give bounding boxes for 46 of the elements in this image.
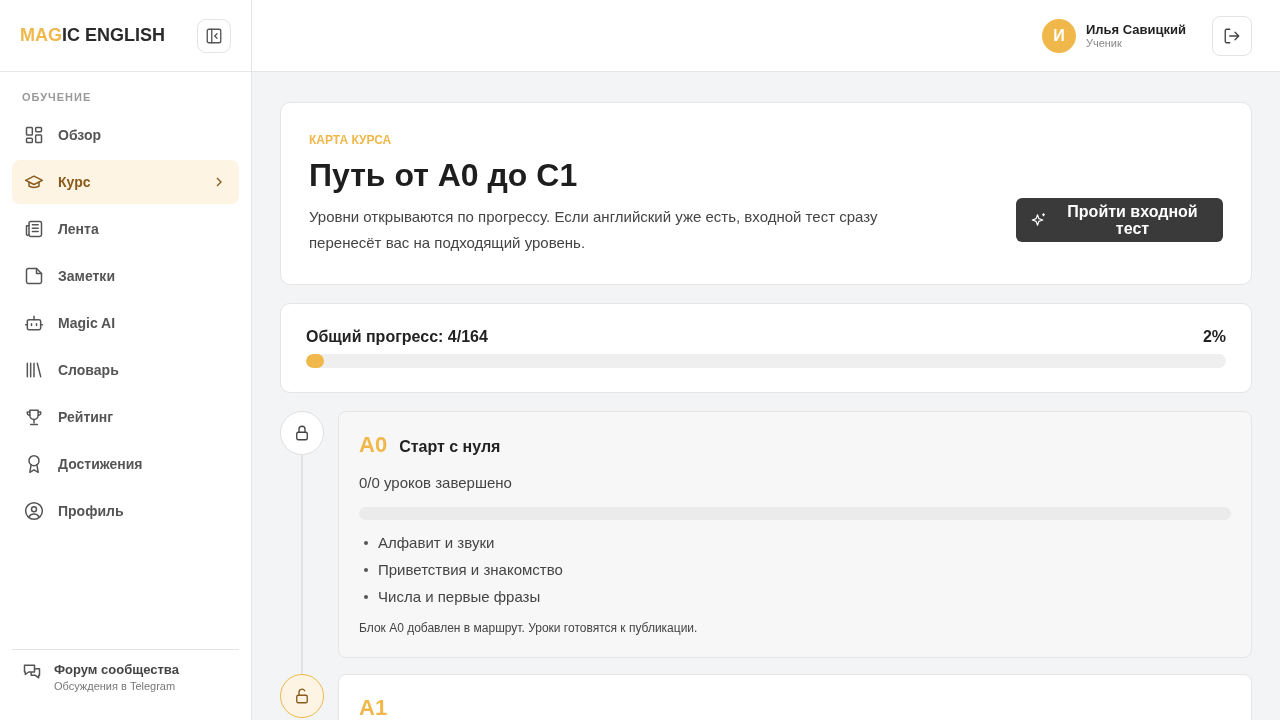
logout-icon	[1223, 26, 1241, 45]
topic-item: Числа и первые фразы	[378, 588, 541, 605]
nav-item[interactable]: Magic AI	[12, 301, 239, 345]
progress-percent: 2%	[1202, 328, 1226, 346]
robot-icon	[24, 313, 44, 333]
description: Уровни открываются по прогрессу. Если английский уже есть, входной тест сразу перенесёт вас на подходящий уровень.	[309, 207, 879, 253]
eyebrow-label: КАРТА КУРСА	[309, 133, 393, 147]
topic-item: Алфавит и звуки	[378, 534, 495, 551]
user-name: Илья Савицкий	[1085, 22, 1186, 37]
books-icon	[24, 360, 44, 380]
collapse-sidebar-button[interactable]	[197, 18, 231, 53]
progress-label: Общий прогресс: 4/164	[306, 328, 488, 346]
nav-item[interactable]: Курс	[12, 160, 239, 204]
page-title: Путь от A0 до C1	[309, 157, 579, 194]
level-note: Блок A0 добавлен в маршрут. Уроки готовятся к публикации.	[359, 621, 699, 635]
forum-link[interactable]: Форум сообщества Обсуждения в Telegram	[12, 649, 239, 720]
unlocked-lock-icon	[293, 687, 311, 705]
topic-item: Приветствия и знакомство	[378, 561, 563, 578]
nav-item[interactable]: Заметки	[12, 254, 239, 298]
avatar: И	[1041, 18, 1076, 53]
level-code: A1	[359, 695, 388, 720]
lock-icon	[293, 424, 311, 442]
user-icon	[24, 501, 44, 521]
nav-item[interactable]: Словарь	[12, 348, 239, 392]
lessons-count: 0/0 уроков завершено	[359, 474, 513, 491]
level-title: Старт с нуля	[399, 438, 501, 456]
nav-item[interactable]: Профиль	[12, 489, 239, 533]
nav-item[interactable]: Рейтинг	[12, 395, 239, 439]
nav-item[interactable]: Достижения	[12, 442, 239, 486]
sidebar-collapse-icon	[205, 26, 223, 45]
level-code: A0	[359, 432, 388, 458]
trophy-icon	[24, 407, 44, 427]
forum-subtitle: Обсуждения в Telegram	[54, 680, 177, 692]
document-icon	[24, 266, 44, 286]
nav-item[interactable]: Обзор	[12, 113, 239, 157]
logout-button[interactable]	[1212, 15, 1252, 56]
user-role: Ученик	[1085, 37, 1123, 49]
forum-title: Форум сообщества	[54, 662, 179, 677]
sparkles-icon	[1030, 210, 1048, 229]
grid-icon	[24, 125, 44, 145]
logo: MAGIC ENGLISH	[20, 25, 165, 46]
nav-item[interactable]: Лента	[12, 207, 239, 251]
newspaper-icon	[24, 219, 44, 239]
section-label: ОБУЧЕНИЕ	[21, 90, 93, 105]
entrance-test-button[interactable]: Пройти входной тест	[1016, 197, 1223, 242]
chat-icon	[22, 662, 42, 682]
